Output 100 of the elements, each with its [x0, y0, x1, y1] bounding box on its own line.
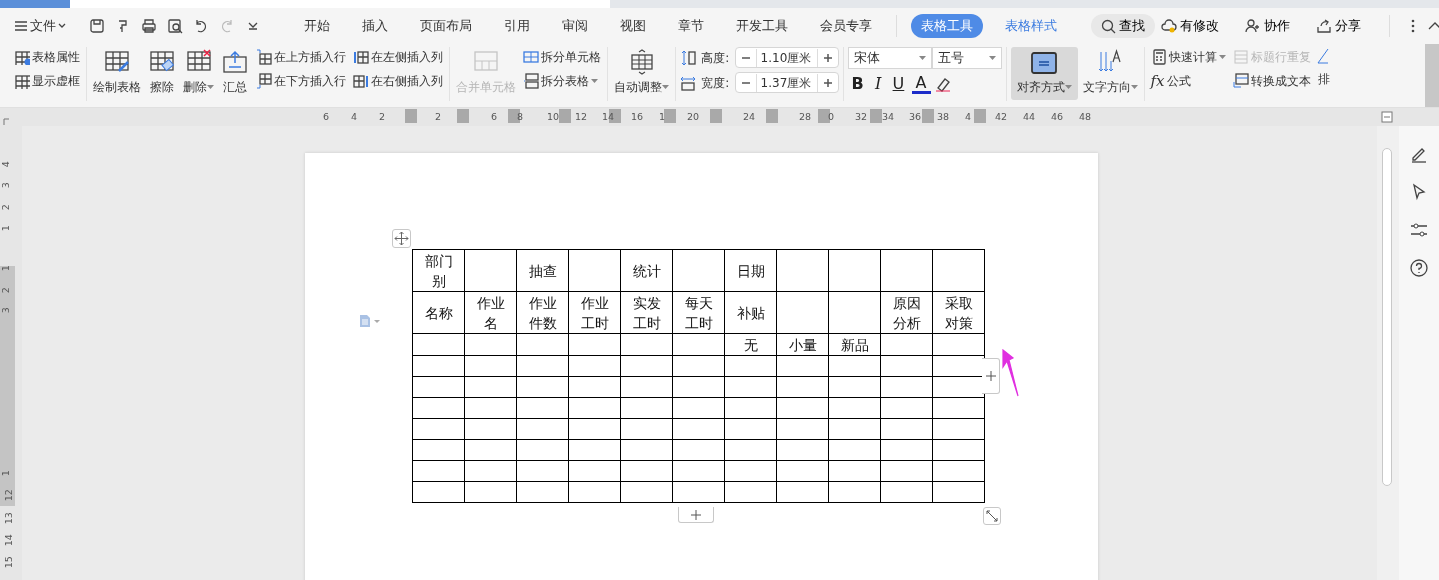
table-cell: 部门别 — [412, 249, 465, 292]
ribbon-button[interactable]: 排 — [1315, 69, 1332, 89]
ruler-marker — [559, 109, 571, 123]
file-menu[interactable]: 文件 — [12, 16, 68, 36]
collapse-icon[interactable] — [1428, 21, 1439, 31]
ribbon-button[interactable]: 显示虚框 — [12, 71, 82, 91]
view-toggle-icon[interactable] — [1381, 111, 1393, 123]
caret-icon — [662, 85, 669, 90]
resize-handle[interactable] — [983, 507, 1001, 525]
plus-icon — [691, 509, 701, 520]
table-cell — [724, 481, 777, 503]
add-user-icon — [1245, 18, 1261, 34]
toolbar-button[interactable]: 分享 — [1310, 15, 1367, 37]
table-cell: 补贴 — [724, 291, 777, 334]
bold-button[interactable]: B — [847, 73, 868, 95]
ruler-marker — [457, 109, 469, 123]
table-cell — [724, 376, 777, 398]
table-cell — [620, 481, 673, 503]
ribbon-button[interactable]: 汇总 — [219, 47, 251, 98]
underline-button[interactable]: U — [888, 73, 909, 95]
table-cell — [932, 418, 985, 440]
formula-button[interactable]: fx 公式 — [1148, 71, 1228, 91]
table-cell — [464, 439, 517, 461]
ribbon-tab[interactable]: 开发工具 — [726, 14, 798, 38]
spin-field[interactable]: 1.10厘米 — [734, 47, 839, 68]
ribbon-tab[interactable]: 审阅 — [552, 14, 598, 38]
ribbon-button[interactable]: 文字方向 — [1080, 47, 1140, 98]
toolbar-button[interactable]: 协作 — [1239, 15, 1296, 37]
more-icon[interactable] — [1410, 18, 1416, 34]
ruler-number: 28 — [799, 110, 812, 124]
font-color-button[interactable]: A — [911, 74, 931, 94]
ribbon-tab[interactable]: 视图 — [610, 14, 656, 38]
ribbon-button[interactable]: 删除 — [181, 47, 216, 98]
ribbon-tab[interactable]: 表格样式 — [995, 14, 1067, 38]
table-cell — [724, 460, 777, 482]
print-preview-icon[interactable] — [167, 18, 183, 34]
save-icon[interactable] — [89, 18, 105, 34]
ruler-number: 10 — [547, 110, 560, 124]
ribbon-button[interactable]: 在左侧插入列 — [351, 47, 445, 67]
ruler-number: 3 — [0, 182, 12, 189]
insert-row-icon — [256, 49, 272, 65]
ribbon-button[interactable]: 擦除 — [146, 47, 178, 98]
ribbon-button[interactable]: 在上方插入行 — [254, 47, 348, 67]
alignment-button[interactable]: 对齐方式 — [1010, 47, 1078, 100]
ruler-number: 15 — [1, 556, 15, 569]
help-icon[interactable] — [1409, 258, 1429, 278]
table-cell — [464, 333, 517, 356]
ribbon-button[interactable]: 快速计算 — [1148, 47, 1228, 67]
ribbon-tab[interactable]: 会员专享 — [810, 14, 882, 38]
toolbar-button[interactable]: 有修改 — [1155, 15, 1225, 37]
ribbon-button[interactable]: 在下方插入行 — [254, 71, 348, 91]
ruler-number: 1 — [0, 225, 12, 232]
table-cell: 日期 — [724, 249, 777, 292]
ribbon-button[interactable]: 表格属性 — [12, 47, 82, 67]
scrollbar[interactable] — [1377, 126, 1399, 580]
table-cell — [880, 418, 933, 440]
ribbon-button[interactable]: 拆分表格 — [521, 71, 603, 91]
ribbon-button[interactable]: 转换成文本 — [1230, 71, 1313, 91]
table-cell — [776, 249, 829, 292]
ruler-number: 12 — [1, 489, 15, 502]
convert-icon — [1232, 73, 1249, 89]
ruler-number: 6 — [491, 110, 498, 124]
ribbon-tab[interactable]: 章节 — [668, 14, 714, 38]
table-cell — [620, 418, 673, 440]
table-cell — [880, 355, 933, 377]
ribbon-tab[interactable]: 引用 — [494, 14, 540, 38]
ribbon-tab[interactable]: 插入 — [352, 14, 398, 38]
italic-button[interactable]: I — [871, 73, 886, 95]
ribbon-button[interactable]: 拆分单元格 — [521, 47, 603, 67]
table-cell — [880, 460, 933, 482]
ruler-number: 2 — [0, 287, 12, 294]
table-cell — [880, 376, 933, 398]
search-button[interactable]: 查找 — [1091, 14, 1155, 38]
table-cell — [620, 460, 673, 482]
move-handle[interactable] — [392, 229, 411, 248]
ruler-number: 6 — [323, 110, 330, 124]
table-cell — [464, 355, 517, 377]
ribbon-button[interactable]: 绘制表格 — [91, 47, 143, 98]
ribbon-tab[interactable]: 页面布局 — [410, 14, 482, 38]
font-select[interactable]: 宋体 — [847, 47, 932, 69]
caret-icon — [1064, 85, 1072, 90]
sliders-icon[interactable] — [1409, 220, 1429, 240]
table-cell — [412, 397, 465, 419]
undo-icon[interactable] — [193, 18, 209, 34]
ribbon-button[interactable]: 自动调整 — [612, 47, 671, 98]
ruler-number: 4 — [965, 110, 972, 124]
table-cell — [464, 418, 517, 440]
table-cell — [776, 418, 829, 440]
font-size-select[interactable]: 五号 — [931, 47, 1002, 69]
caret-icon — [591, 78, 598, 84]
plus-icon — [985, 371, 996, 381]
column-width-icon — [680, 74, 696, 91]
ribbon-button[interactable]: 在右侧插入列 — [351, 71, 445, 91]
table-cell — [516, 418, 569, 440]
calculator-icon — [1150, 49, 1167, 65]
print-icon[interactable] — [141, 18, 157, 34]
table-cell — [724, 439, 777, 461]
ribbon-tab[interactable]: 开始 — [294, 14, 340, 38]
spin-field[interactable]: 1.37厘米 — [734, 72, 839, 93]
table-cell — [568, 439, 621, 461]
